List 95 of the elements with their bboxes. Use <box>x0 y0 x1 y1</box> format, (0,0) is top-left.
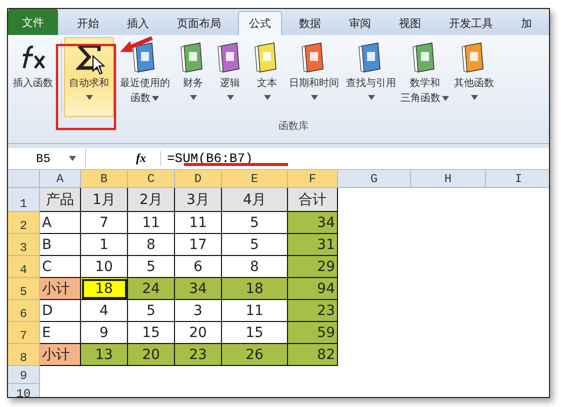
ribbon-tab[interactable]: 数据 <box>288 11 332 35</box>
table-cell: 18 <box>222 278 288 300</box>
table-cell: 20 <box>128 344 175 366</box>
ribbon-button[interactable]: 日期和时间 <box>287 37 341 117</box>
table-cell: 18 <box>81 278 128 300</box>
column-header[interactable]: C <box>128 170 175 188</box>
ribbon-button[interactable]: 逻辑 <box>213 37 247 117</box>
table-cell: C <box>40 256 81 278</box>
table-cell: 1 <box>81 234 128 256</box>
select-all-corner[interactable] <box>8 170 40 188</box>
row-header[interactable]: 5 <box>8 278 40 300</box>
table-cell: 11 <box>128 212 175 234</box>
column-header[interactable]: B <box>81 170 128 188</box>
column-header[interactable]: H <box>411 170 486 188</box>
ribbon-tab[interactable]: 开始 <box>66 11 110 35</box>
ribbon-tab[interactable]: 加 <box>510 11 543 35</box>
column-header[interactable]: F <box>288 170 338 188</box>
table-cell: 15 <box>128 322 175 344</box>
ribbon-tab[interactable]: 审阅 <box>338 11 382 35</box>
ribbon-tab[interactable]: 页面布局 <box>166 11 232 35</box>
table-cell: 5 <box>222 212 288 234</box>
table-cell: 9 <box>81 322 128 344</box>
column-header[interactable]: I <box>486 170 549 188</box>
column-header[interactable]: E <box>222 170 288 188</box>
table-cell: 3 <box>175 300 222 322</box>
table-cell: 17 <box>175 234 222 256</box>
row-header[interactable]: 10 <box>8 384 40 397</box>
ribbon-button[interactable]: 最近使用的 函数 <box>117 37 173 117</box>
ribbon-button[interactable]: 插入函数 <box>10 37 56 117</box>
table-cell: 34 <box>288 212 338 234</box>
table-cell: 34 <box>175 278 222 300</box>
table-cell: 7 <box>81 212 128 234</box>
row-header[interactable]: 8 <box>8 344 40 366</box>
column-header[interactable]: A <box>40 170 81 188</box>
table-cell: 产品 <box>40 188 81 212</box>
file-tab[interactable]: 文件 <box>8 9 58 35</box>
ribbon-button[interactable]: 财务 <box>176 37 210 117</box>
table-cell: 82 <box>288 344 338 366</box>
table-cell: 23 <box>175 344 222 366</box>
sigma-icon <box>76 43 102 71</box>
table-cell: 6 <box>175 256 222 278</box>
table-cell: 11 <box>175 212 222 234</box>
table-cell: 小计 <box>40 278 81 300</box>
table-cell: 小计 <box>40 344 81 366</box>
table-cell: 13 <box>81 344 128 366</box>
table-cell: 31 <box>288 234 338 256</box>
arrow-icon <box>120 36 153 52</box>
table-cell: E <box>40 322 81 344</box>
table-cell: 20 <box>175 322 222 344</box>
table-cell: 合计 <box>288 188 338 212</box>
caret-icon <box>69 156 76 161</box>
ribbon-tab[interactable]: 开发工具 <box>438 11 504 35</box>
table-cell: 15 <box>222 322 288 344</box>
column-header[interactable]: D <box>175 170 222 188</box>
row-header[interactable]: 2 <box>8 212 40 234</box>
table-cell: 2月 <box>128 188 175 212</box>
table-cell: B <box>40 234 81 256</box>
row-header[interactable]: 3 <box>8 234 40 256</box>
table-cell: 23 <box>288 300 338 322</box>
ribbon-button[interactable]: 查找与引用 <box>344 37 398 117</box>
table-cell: 59 <box>288 322 338 344</box>
ribbon-button[interactable]: 文本 <box>250 37 284 117</box>
table-cell: 5 <box>128 256 175 278</box>
ribbon-button[interactable]: 数学和 三角函数 <box>401 37 449 117</box>
insert-function-button[interactable]: fx <box>136 151 146 166</box>
table-cell: 5 <box>222 234 288 256</box>
table-cell: 4月 <box>222 188 288 212</box>
ribbon-tab[interactable]: 插入 <box>116 11 160 35</box>
cursor-icon <box>92 54 106 75</box>
table-cell: A <box>40 212 81 234</box>
table-cell: 5 <box>128 300 175 322</box>
table-cell: D <box>40 300 81 322</box>
ribbon-tab[interactable]: 公式 <box>238 11 282 35</box>
table-cell: 11 <box>222 300 288 322</box>
row-header[interactable]: 6 <box>8 300 40 322</box>
row-header[interactable]: 1 <box>8 188 40 212</box>
table-cell: 10 <box>81 256 128 278</box>
table-cell: 29 <box>288 256 338 278</box>
table-cell: 24 <box>128 278 175 300</box>
column-header[interactable]: G <box>338 170 411 188</box>
ribbon-button[interactable]: 自动求和 <box>64 37 114 117</box>
ribbon-tab[interactable]: 视图 <box>388 11 432 35</box>
table-cell: 1月 <box>81 188 128 212</box>
row-header[interactable]: 9 <box>8 366 40 384</box>
table-cell: 8 <box>128 234 175 256</box>
table-cell: 8 <box>222 256 288 278</box>
row-header[interactable]: 7 <box>8 322 40 344</box>
group-label: 函数库 <box>278 120 308 133</box>
name-box[interactable]: B5 <box>8 149 86 168</box>
table-cell: 94 <box>288 278 338 300</box>
table-cell: 26 <box>222 344 288 366</box>
table-cell: 3月 <box>175 188 222 212</box>
row-header[interactable]: 4 <box>8 256 40 278</box>
ribbon-button[interactable]: 其他函数 <box>452 37 496 117</box>
table-cell: 4 <box>81 300 128 322</box>
